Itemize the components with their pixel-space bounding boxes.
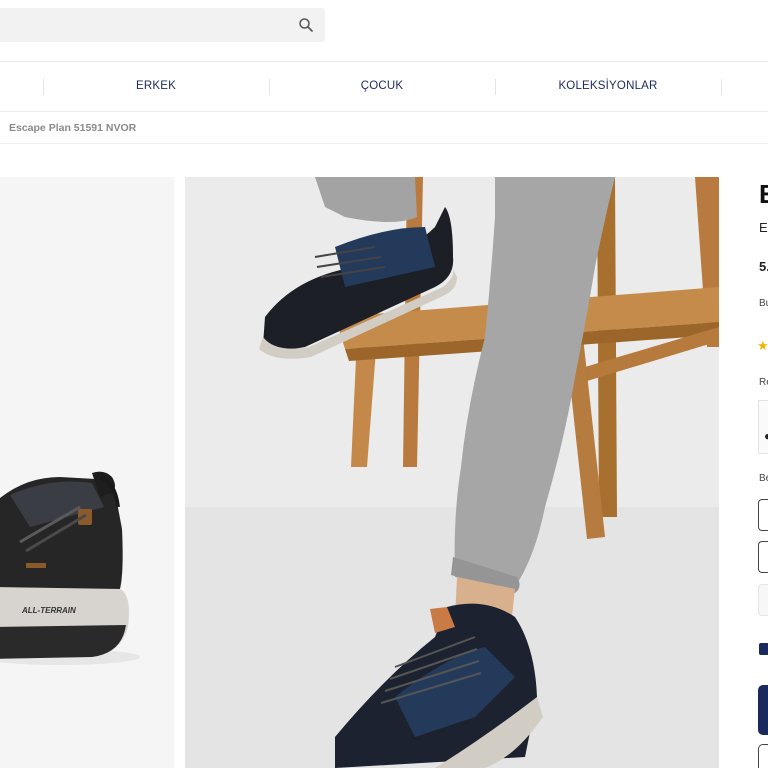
shoe-side-view-illustration: ALL-TERRAIN — [0, 177, 174, 768]
product-info-panel: E Er 5. Bu ★ Re ● Be — [756, 177, 768, 768]
search-input[interactable] — [0, 8, 285, 42]
breadcrumb-divider — [0, 143, 768, 144]
favorite-button[interactable] — [758, 744, 768, 768]
search-icon[interactable] — [297, 16, 315, 34]
color-label: Re — [759, 377, 768, 388]
page: ERKEK ÇOCUK KOLEKSİYONLAR Escape Plan 51… — [0, 0, 768, 768]
size-label: Be — [759, 473, 768, 484]
svg-text:ALL-TERRAIN: ALL-TERRAIN — [21, 606, 76, 615]
add-to-cart-button[interactable] — [758, 685, 768, 735]
main-nav: ERKEK ÇOCUK KOLEKSİYONLAR — [0, 62, 768, 111]
shipping-icon — [759, 643, 768, 655]
product-note: Bu — [759, 298, 768, 309]
nav-item-erkek[interactable]: ERKEK — [43, 62, 269, 111]
product-subtitle: Er — [759, 220, 768, 235]
model-wearing-shoes-illustration — [185, 177, 719, 768]
product-image-side[interactable]: ALL-TERRAIN — [0, 177, 174, 768]
product-image-main[interactable] — [185, 177, 719, 768]
color-swatch-dot: ● — [764, 429, 768, 443]
breadcrumb[interactable]: Escape Plan 51591 NVOR — [9, 122, 136, 134]
product-price: 5. — [759, 259, 768, 274]
nav-separator — [721, 79, 722, 95]
size-option[interactable] — [758, 541, 768, 573]
nav-item-koleksiyonlar[interactable]: KOLEKSİYONLAR — [495, 62, 721, 111]
product-title: E — [759, 179, 768, 209]
search-bar — [0, 8, 325, 42]
rating-star-icon[interactable]: ★ — [757, 338, 768, 354]
nav-item-cocuk[interactable]: ÇOCUK — [269, 62, 495, 111]
color-swatch[interactable]: ● — [758, 400, 768, 454]
size-option-disabled[interactable] — [758, 584, 768, 616]
nav-bottom-divider — [0, 111, 768, 112]
size-option[interactable] — [758, 499, 768, 531]
